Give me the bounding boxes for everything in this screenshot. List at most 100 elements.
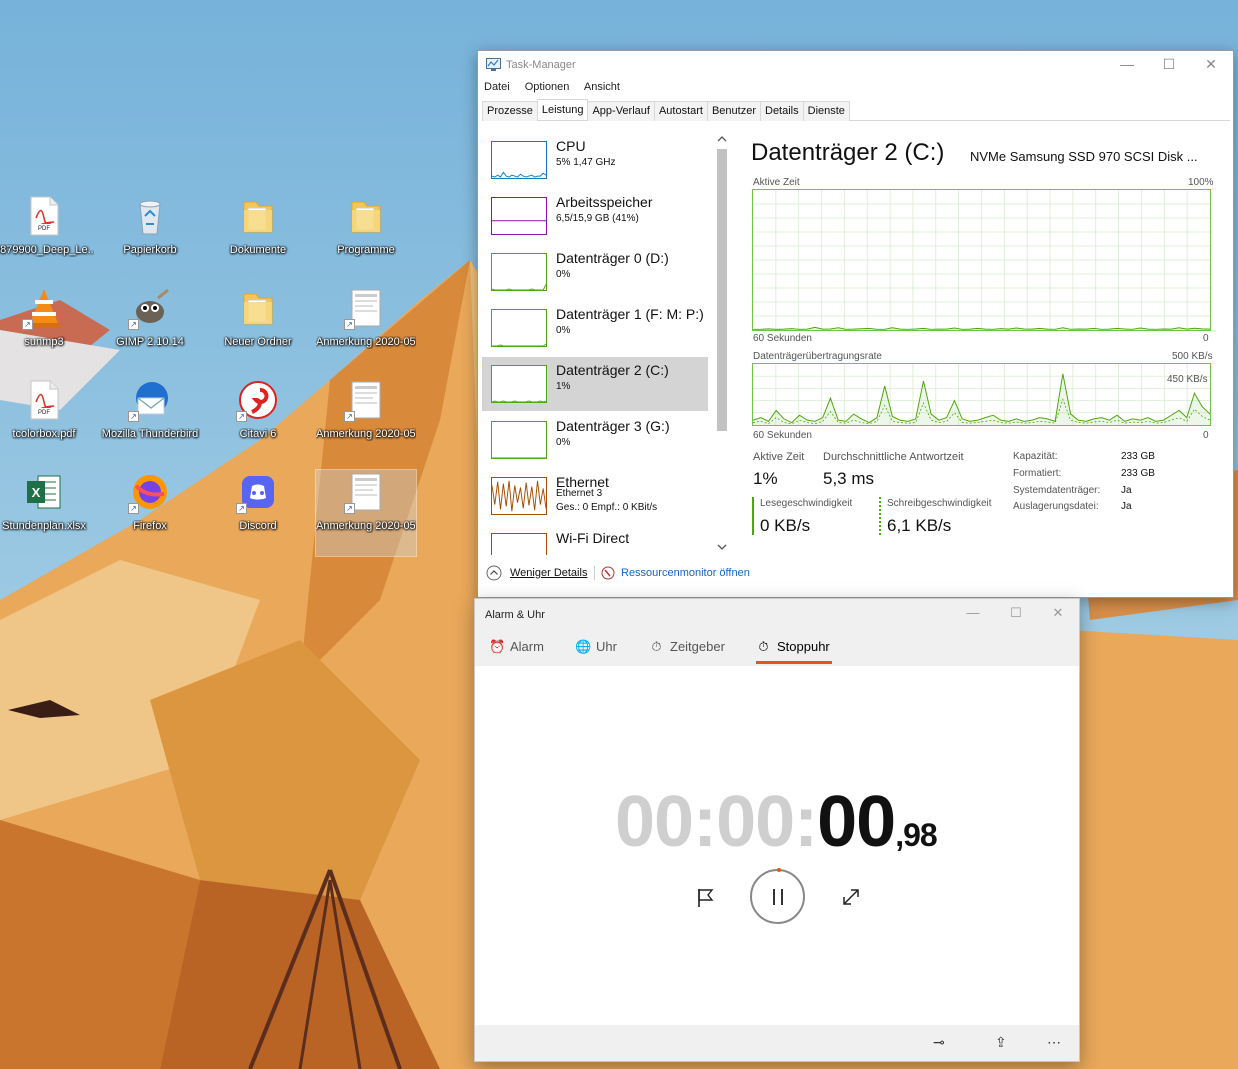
thumbnail-line bbox=[492, 400, 546, 402]
folder-icon bbox=[236, 286, 280, 330]
desktop-icon[interactable]: PDF 0879900_Deep_Le... bbox=[0, 194, 94, 280]
close-button[interactable]: ✕ bbox=[1038, 605, 1078, 621]
write-marker bbox=[879, 497, 881, 535]
task-manager-icon bbox=[486, 58, 501, 71]
maximize-button[interactable]: ☐ bbox=[996, 605, 1036, 621]
title-bar[interactable]: Task-Manager — ☐ ✕ bbox=[478, 51, 1233, 79]
timer-seconds: 00 bbox=[817, 782, 896, 862]
pdf-icon: PDF bbox=[22, 378, 66, 422]
scroll-down-icon[interactable] bbox=[717, 543, 727, 551]
desktop-icon[interactable]: ↗ Anmerkung 2020-05-0... bbox=[316, 378, 416, 464]
tab-prozesse[interactable]: Prozesse bbox=[482, 101, 538, 121]
maximize-button[interactable]: ☐ bbox=[1148, 51, 1190, 79]
tab-benutzer[interactable]: Benutzer bbox=[706, 101, 761, 121]
chevron-up-icon bbox=[486, 565, 502, 581]
desktop-icon[interactable]: ↗ Firefox bbox=[100, 470, 200, 556]
read-speed-label: Lesegeschwindigkeit bbox=[760, 498, 853, 509]
tab-app-verlauf[interactable]: App-Verlauf bbox=[587, 101, 655, 121]
perf-item-sub: 0% bbox=[556, 325, 571, 336]
task-manager-window[interactable]: Task-Manager — ☐ ✕ Datei Optionen Ansich… bbox=[477, 50, 1234, 598]
perf-thumbnail bbox=[491, 533, 547, 555]
minimize-button[interactable]: — bbox=[953, 605, 993, 620]
stopwatch-icon: ⏱ bbox=[758, 639, 769, 654]
graph1-max: 100% bbox=[1188, 177, 1214, 188]
menu-optionen[interactable]: Optionen bbox=[525, 81, 570, 93]
pdf-icon: PDF bbox=[22, 194, 66, 238]
svg-text:X: X bbox=[32, 485, 41, 500]
desktop-icon-label: Anmerkung 2020-05-0... bbox=[316, 336, 416, 348]
desktop-icon[interactable]: Dokumente bbox=[208, 194, 308, 280]
window-title: Alarm & Uhr bbox=[485, 609, 545, 621]
perf-item[interactable]: Datenträger 2 (C:) 1% bbox=[482, 357, 708, 411]
minimize-button[interactable]: — bbox=[1106, 51, 1148, 79]
tab-details[interactable]: Details bbox=[760, 101, 804, 121]
desktop-icon[interactable]: ↗ Anmerkung 2020-05-0... bbox=[315, 469, 417, 557]
timer-elapsed-dim: 00:00: bbox=[615, 782, 818, 862]
desktop-icon[interactable]: Papierkorb bbox=[100, 194, 200, 280]
tab-uhr-label: Uhr bbox=[596, 639, 617, 654]
shortcut-arrow-icon: ↗ bbox=[128, 319, 139, 330]
tab-stoppuhr[interactable]: ⏱ Stoppuhr bbox=[756, 639, 830, 655]
desktop-icon[interactable]: PDF tcolorbox.pdf bbox=[0, 378, 94, 464]
pagefile-value: Ja bbox=[1121, 501, 1132, 512]
desktop-icon-label: GIMP 2.10.14 bbox=[116, 336, 184, 348]
desktop-icon[interactable]: ↗ Citavi 6 bbox=[208, 378, 308, 464]
desktop-icon[interactable]: ↗ Anmerkung 2020-05-0... bbox=[316, 286, 416, 372]
disk-model: NVMe Samsung SSD 970 SCSI Disk ... bbox=[970, 149, 1198, 164]
perf-item[interactable]: Arbeitsspeicher 6,5/15,9 GB (41%) bbox=[482, 189, 708, 243]
perf-item[interactable]: Ethernet Ethernet 3 Ges.: 0 Empf.: 0 KBit/… bbox=[482, 469, 708, 523]
perf-item-name: Datenträger 3 (G:) bbox=[556, 418, 670, 434]
scroll-thumb[interactable] bbox=[717, 149, 727, 431]
desktop-icon[interactable]: ↗ Discord bbox=[208, 470, 308, 556]
tab-dienste[interactable]: Dienste bbox=[802, 101, 850, 121]
pause-button[interactable] bbox=[750, 868, 805, 924]
graph2-inner: 450 KB/s bbox=[1167, 374, 1208, 385]
perf-item[interactable]: Wi-Fi Direct bbox=[482, 525, 708, 555]
scroll-up-icon[interactable] bbox=[717, 135, 727, 143]
timer-icon: ⏱ bbox=[651, 639, 662, 654]
desktop-icon[interactable]: Programme bbox=[316, 194, 416, 280]
folder-icon bbox=[236, 194, 280, 238]
desktop-icon[interactable]: ↗ Mozilla Thunderbird bbox=[100, 378, 200, 464]
desktop-icon[interactable]: X Stundenplan.xlsx bbox=[0, 470, 94, 556]
lap-flag-icon[interactable] bbox=[695, 887, 717, 909]
menu-ansicht[interactable]: Ansicht bbox=[584, 81, 620, 93]
perf-item[interactable]: Datenträger 1 (F: M: P:) 0% bbox=[482, 301, 708, 355]
close-button[interactable]: ✕ bbox=[1190, 51, 1232, 79]
tab-autostart[interactable]: Autostart bbox=[653, 101, 708, 121]
desktop-icon[interactable]: ↗ GIMP 2.10.14 bbox=[100, 286, 200, 372]
citavi-icon: ↗ bbox=[236, 378, 280, 422]
perf-item[interactable]: CPU 5% 1,47 GHz bbox=[482, 133, 708, 187]
expand-icon[interactable] bbox=[841, 887, 861, 907]
resource-monitor-icon bbox=[601, 566, 615, 580]
tab-uhr[interactable]: 🌐 Uhr bbox=[575, 639, 617, 655]
tab-stoppuhr-label: Stoppuhr bbox=[777, 639, 830, 654]
share-icon[interactable]: ⇪ bbox=[995, 1034, 1007, 1051]
perf-thumbnail bbox=[491, 421, 547, 459]
performance-list: CPU 5% 1,47 GHz Arbeitsspeicher 6,5/15,9 GB… bbox=[482, 133, 728, 555]
alarm-clock-icon: ⏰ bbox=[489, 639, 506, 654]
firefox-icon: ↗ bbox=[128, 470, 172, 514]
desktop-icon[interactable]: Neuer Ordner bbox=[208, 286, 308, 372]
read-speed-value: 0 KB/s bbox=[760, 516, 811, 535]
svg-text:PDF: PDF bbox=[38, 226, 50, 232]
desktop-icon-label: Firefox bbox=[133, 520, 167, 532]
system-disk-label: Systemdatenträger: bbox=[1013, 485, 1101, 496]
stopwatch-display: 00:00:00,98 bbox=[615, 781, 938, 863]
menu-datei[interactable]: Datei bbox=[484, 81, 510, 93]
desktop-icon-label: Programme bbox=[337, 244, 395, 256]
tab-leistung[interactable]: Leistung bbox=[536, 99, 589, 120]
scrollbar[interactable] bbox=[713, 133, 728, 555]
alarms-clock-window[interactable]: Alarm & Uhr — ☐ ✕ ⏰ Alarm 🌐 Uhr ⏱ Zeitgeber… bbox=[474, 598, 1080, 1062]
perf-item[interactable]: Datenträger 0 (D:) 0% bbox=[482, 245, 708, 299]
timer-centiseconds: ,98 bbox=[895, 817, 937, 853]
response-time-value: 5,3 ms bbox=[823, 469, 875, 488]
perf-item[interactable]: Datenträger 3 (G:) 0% bbox=[482, 413, 708, 467]
desktop-icon[interactable]: ↗ sunmp3 bbox=[0, 286, 94, 372]
tab-alarm[interactable]: ⏰ Alarm bbox=[489, 639, 544, 655]
desktop-icon-label: Mozilla Thunderbird bbox=[101, 428, 199, 440]
tab-zeitgeber[interactable]: ⏱ Zeitgeber bbox=[649, 639, 725, 655]
more-icon[interactable]: ⋯ bbox=[1047, 1034, 1061, 1051]
pin-icon[interactable]: ⊸ bbox=[933, 1034, 945, 1051]
desktop-icon-label: Anmerkung 2020-05-0... bbox=[316, 428, 416, 440]
